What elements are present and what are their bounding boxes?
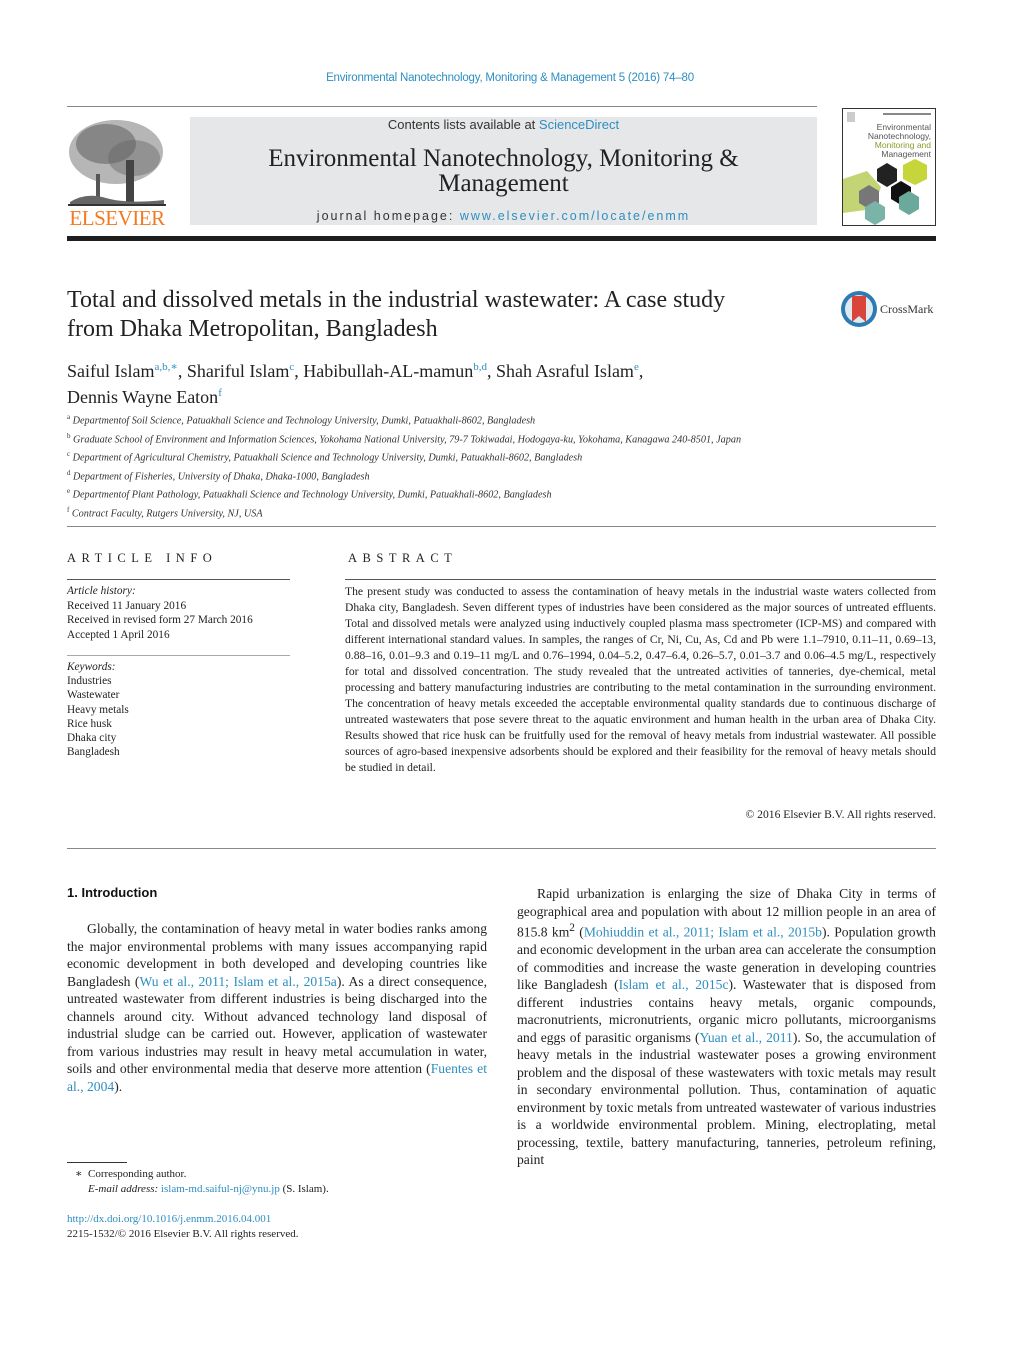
author-name[interactable]: Shariful Islam: [187, 361, 289, 381]
homepage-prefix: journal homepage:: [316, 209, 460, 223]
author-affiliation-marks[interactable]: a,b,∗: [155, 361, 178, 373]
affiliation-key: f: [67, 505, 70, 514]
contents-line: Contents lists available at ScienceDirec…: [190, 117, 817, 132]
keyword: Bangladesh: [67, 746, 120, 759]
article-title-line: from Dhaka Metropolitan, Bangladesh: [67, 316, 438, 342]
divider: [67, 848, 936, 849]
divider: [67, 579, 290, 580]
keyword: Wastewater: [67, 689, 120, 702]
affiliation-text: Department of Fisheries, University of D…: [73, 471, 370, 483]
footnote-marker: ∗: [75, 1168, 83, 1180]
author-name[interactable]: Saiful Islam: [67, 361, 155, 381]
body-column-right: Rapid urbanization is enlarging the size…: [517, 885, 936, 1169]
affiliation-key: b: [67, 431, 71, 440]
crossmark-button[interactable]: CrossMark: [840, 290, 940, 330]
footnote: ∗ Corresponding author. E-mail address: …: [67, 1167, 467, 1197]
keyword: Dhaka city: [67, 732, 117, 745]
cover-hexagon-art: [843, 159, 927, 225]
doi-block: http://dx.doi.org/10.1016/j.enmm.2016.04…: [67, 1212, 467, 1242]
author-name[interactable]: Habibullah-AL-mamun: [303, 361, 473, 381]
journal-title-line: Management: [438, 170, 569, 197]
history-item: Accepted 1 April 2016: [67, 628, 170, 641]
author-affiliation-marks[interactable]: b,d: [473, 361, 487, 373]
journal-reference[interactable]: Environmental Nanotechnology, Monitoring…: [0, 72, 1020, 84]
keyword: Industries: [67, 675, 112, 688]
article-title: Total and dissolved metals in the indust…: [67, 286, 827, 344]
affiliation: d Department of Fisheries, University of…: [67, 466, 827, 485]
keyword: Rice husk: [67, 717, 112, 730]
divider: [67, 106, 817, 107]
affiliation: e Departmentof Plant Pathology, Patuakha…: [67, 484, 827, 503]
keyword: Heavy metals: [67, 703, 129, 716]
affiliations: a Departmentof Soil Science, Patuakhali …: [67, 410, 827, 522]
separator: ,: [177, 361, 187, 381]
paragraph-text: ). So, the accumulation of heavy metals …: [517, 1029, 936, 1168]
body-column-left: Globally, the contamination of heavy met…: [67, 920, 487, 1095]
corresponding-author-note: Corresponding author.: [87, 1168, 187, 1180]
issn-copyright: 2215-1532/© 2016 Elsevier B.V. All right…: [67, 1228, 299, 1240]
keywords-label: Keywords:: [67, 661, 116, 673]
sciencedirect-link[interactable]: ScienceDirect: [539, 117, 619, 132]
article-history: Article history: Received 11 January 201…: [67, 584, 297, 642]
crossmark-label: CrossMark: [880, 302, 934, 316]
paragraph: Globally, the contamination of heavy met…: [67, 920, 487, 1095]
citation-link[interactable]: Islam et al., 2015c: [619, 977, 729, 992]
separator: ,: [294, 361, 304, 381]
article-title-line: Total and dissolved metals in the indust…: [67, 287, 726, 313]
author-affiliation-marks[interactable]: f: [218, 387, 222, 399]
abstract-copyright: © 2016 Elsevier B.V. All rights reserved…: [745, 808, 936, 821]
citation-link[interactable]: Wu et al., 2011; Islam et al., 2015a: [139, 974, 336, 989]
contents-prefix: Contents lists available at: [387, 117, 539, 132]
divider: [67, 526, 936, 527]
elsevier-wordmark: ELSEVIER: [69, 206, 165, 230]
footnote-divider: [67, 1162, 127, 1163]
divider: [345, 579, 936, 580]
paragraph-text: (: [574, 924, 584, 940]
divider: [67, 655, 290, 656]
crossmark-icon: [841, 291, 877, 327]
affiliation: c Department of Agricultural Chemistry, …: [67, 447, 827, 466]
homepage-line: journal homepage: www.elsevier.com/locat…: [190, 209, 817, 223]
keywords: Keywords: Industries Wastewater Heavy me…: [67, 660, 297, 759]
journal-title-line: Environmental Nanotechnology, Monitoring…: [268, 145, 739, 172]
abstract-heading: ABSTRACT: [348, 551, 458, 565]
author-name[interactable]: Shah Asraful Islam: [496, 361, 634, 381]
affiliation: b Graduate School of Environment and Inf…: [67, 429, 827, 448]
affiliation-key: c: [67, 450, 71, 459]
journal-title: Environmental Nanotechnology, Monitoring…: [190, 146, 817, 196]
author-name[interactable]: Dennis Wayne Eaton: [67, 387, 218, 407]
affiliation-key: a: [67, 413, 71, 421]
elsevier-logo[interactable]: ELSEVIER: [66, 114, 168, 230]
affiliation-text: Departmentof Plant Pathology, Patuakhali…: [72, 489, 552, 501]
separator: ,: [486, 361, 496, 381]
history-item: Received in revised form 27 March 2016: [67, 614, 253, 626]
doi-link[interactable]: http://dx.doi.org/10.1016/j.enmm.2016.04…: [67, 1212, 467, 1227]
separator: ,: [638, 361, 644, 381]
email-link[interactable]: islam-md.saiful-nj@ynu.jp: [161, 1183, 280, 1195]
article-info-heading: ARTICLE INFO: [67, 551, 218, 565]
affiliation-key: e: [67, 487, 71, 496]
affiliation-text: Department of Agricultural Chemistry, Pa…: [72, 452, 583, 464]
paragraph-text: ).: [114, 1078, 123, 1094]
affiliation-text: Departmentof Soil Science, Patuakhali Sc…: [72, 415, 536, 427]
affiliation-text: Contract Faculty, Rutgers University, NJ…: [71, 508, 263, 520]
author-list: Saiful Islama,b,∗, Shariful Islamc, Habi…: [67, 356, 827, 408]
email-label: E-mail address:: [88, 1183, 161, 1195]
paragraph: Rapid urbanization is enlarging the size…: [517, 885, 936, 1169]
homepage-link[interactable]: www.elsevier.com/locate/enmm: [460, 209, 690, 223]
affiliation: f Contract Faculty, Rutgers University, …: [67, 503, 827, 522]
affiliation-text: Graduate School of Environment and Infor…: [73, 433, 742, 445]
abstract-text: The present study was conducted to asses…: [345, 585, 936, 774]
affiliation-key: d: [67, 468, 71, 477]
header-divider: [67, 236, 936, 241]
history-label: Article history:: [67, 585, 136, 597]
affiliation: a Departmentof Soil Science, Patuakhali …: [67, 410, 827, 429]
email-suffix: (S. Islam).: [279, 1183, 329, 1195]
citation-link[interactable]: Mohiuddin et al., 2011; Islam et al., 20…: [584, 925, 822, 940]
section-heading: 1. Introduction: [67, 885, 158, 900]
history-item: Received 11 January 2016: [67, 599, 187, 612]
citation-link[interactable]: Yuan et al., 2011: [700, 1030, 793, 1045]
journal-cover[interactable]: Environmental Nanotechnology, Monitoring…: [842, 108, 936, 226]
